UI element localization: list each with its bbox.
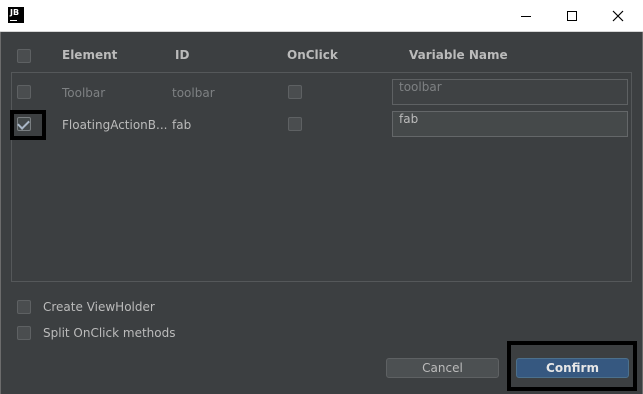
close-icon bbox=[612, 10, 624, 22]
header-element: Element bbox=[62, 48, 118, 62]
row-element-name: Toolbar bbox=[62, 86, 106, 100]
table-header: Element ID OnClick Variable Name bbox=[0, 32, 643, 76]
row-element-name: FloatingActionB... bbox=[62, 118, 168, 132]
header-id: ID bbox=[175, 48, 190, 62]
row-element-id: fab bbox=[172, 118, 192, 132]
row-toolbar-onclick-checkbox[interactable] bbox=[288, 85, 302, 99]
split-onclick-label: Split OnClick methods bbox=[43, 326, 176, 340]
header-onclick: OnClick bbox=[287, 48, 338, 62]
close-button[interactable] bbox=[595, 0, 641, 32]
row-fab-variable-input[interactable]: fab bbox=[392, 111, 628, 137]
minimize-icon bbox=[521, 15, 531, 17]
row-element-id: toolbar bbox=[172, 86, 215, 100]
minimize-button[interactable] bbox=[503, 0, 549, 32]
jetbrains-logo-icon: JB bbox=[8, 7, 24, 23]
maximize-icon bbox=[567, 11, 577, 21]
split-onclick-checkbox[interactable] bbox=[17, 326, 31, 340]
cancel-button[interactable]: Cancel bbox=[386, 358, 499, 378]
row-fab-onclick-checkbox[interactable] bbox=[288, 117, 302, 131]
row-toolbar-variable-input[interactable]: toolbar bbox=[392, 79, 628, 105]
create-viewholder-checkbox[interactable] bbox=[17, 300, 31, 314]
title-bar: JB bbox=[0, 0, 643, 32]
select-all-checkbox[interactable] bbox=[17, 49, 31, 63]
create-viewholder-label: Create ViewHolder bbox=[43, 300, 155, 314]
header-variable-name: Variable Name bbox=[409, 48, 508, 62]
row-fab-checkbox[interactable] bbox=[17, 117, 31, 131]
confirm-button[interactable]: Confirm bbox=[516, 358, 629, 378]
maximize-button[interactable] bbox=[549, 0, 595, 32]
row-toolbar-checkbox[interactable] bbox=[17, 85, 31, 99]
